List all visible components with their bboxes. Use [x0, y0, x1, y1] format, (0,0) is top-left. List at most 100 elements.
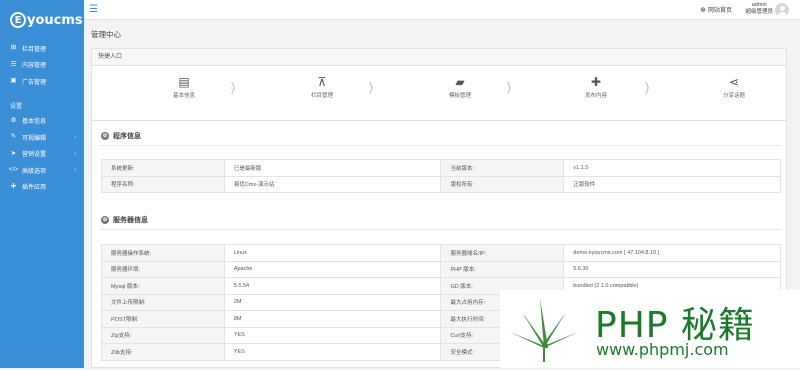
- sidebar-item-label: 可视编辑: [22, 135, 47, 142]
- table-value: YES: [223, 326, 442, 344]
- table-value: 2M: [223, 293, 442, 311]
- sidebar-item-advanced[interactable]: </> 高级选项 ›: [0, 162, 84, 179]
- table-value: 8M: [223, 310, 442, 328]
- table-value: 正版软件: [563, 175, 781, 193]
- globe-icon: ⊕: [700, 6, 706, 14]
- quick-entry-heading: 快捷入口: [92, 49, 786, 66]
- sidebar-item-label: 栏目管理: [22, 46, 47, 53]
- table-value: demo.eyoucms.com [ 47.104.8.10 ]: [563, 244, 781, 262]
- sidebar-item-label: 基本信息: [22, 119, 47, 126]
- chevron-right-icon: ›: [74, 134, 76, 141]
- program-info-title: ⚙ 程序信息: [101, 131, 141, 141]
- pencil-icon: ✎: [10, 133, 17, 140]
- quick-entry-panel: 快捷入口 ▤ 基本信息 ❯ ⊼ 栏目管理 ❯ ▰ 模板管理 ❯ ✚ 发布内容 ❯: [91, 48, 787, 126]
- divider: [100, 229, 782, 230]
- sidebar-item-label: 高级选项: [22, 168, 47, 175]
- table-value: 易优Cms-演示站: [223, 175, 442, 193]
- username: admin: [751, 2, 767, 8]
- leaf-logo-icon: [510, 298, 578, 362]
- sidebar-item-basic-info[interactable]: ⚙ 基本信息: [0, 113, 84, 130]
- table-key: Zlib支持:: [101, 343, 225, 361]
- table-value: Linux: [223, 244, 442, 262]
- gear-icon: ⚙: [101, 132, 109, 140]
- gear-icon: ⚙: [10, 116, 17, 124]
- quick-entry-list: ▤ 基本信息 ❯ ⊼ 栏目管理 ❯ ▰ 模板管理 ❯ ✚ 发布内容 ❯ ⋖ 分享…: [92, 75, 788, 115]
- quick-item-label: 模板管理: [448, 93, 471, 99]
- plus-icon: ✚: [590, 75, 602, 89]
- sitemap-icon: ⊼: [317, 75, 327, 89]
- sidebar-item-ads[interactable]: ▣ 广告管理: [0, 73, 84, 90]
- table-value: 5.6.30: [563, 260, 781, 278]
- table-key: 系统更新:: [101, 159, 225, 177]
- table-key: 程序名称:: [101, 175, 225, 193]
- logo[interactable]: Eyoucms: [0, 0, 84, 40]
- sidebar-section-label: 设置: [10, 103, 23, 110]
- quick-item-label: 基本信息: [172, 93, 195, 99]
- watermark-overlay: PHP 秘籍 www.phpmj.com: [500, 290, 800, 368]
- table-row: 程序名称: 易优Cms-演示站 版权所有: 正版软件: [101, 175, 781, 193]
- image-icon: ▣: [10, 77, 17, 84]
- table-value: YES: [223, 343, 442, 361]
- table-key: 服务器域名/IP:: [440, 244, 565, 262]
- sidebar-item-content[interactable]: ☰ 内容管理: [0, 57, 84, 74]
- quick-item-publish[interactable]: ✚ 发布内容: [556, 75, 636, 99]
- chevron-right-icon: ❯: [644, 80, 651, 94]
- quick-item-templates[interactable]: ▰ 模板管理: [420, 75, 500, 99]
- sidebar-item-label: 内容管理: [22, 63, 47, 70]
- table-key: 版权所有:: [440, 175, 565, 193]
- quick-item-basic-info[interactable]: ▤ 基本信息: [144, 75, 224, 99]
- section-title-label: 服务器信息: [113, 217, 148, 224]
- table-row: 服务器环境: Apache PHP 版本: 5.6.30: [101, 260, 781, 278]
- table-row: 系统更新: 已是最新版 当前版本: v1.1.5: [101, 159, 781, 177]
- quick-item-label: 分享话题: [722, 93, 745, 99]
- sidebar-item-visual-edit[interactable]: ✎ 可视编辑 ›: [0, 129, 84, 146]
- section-title-label: 程序信息: [113, 133, 141, 140]
- sidebar-item-columns[interactable]: ⊞ 栏目管理: [0, 40, 84, 57]
- chevron-right-icon: ❯: [506, 80, 513, 94]
- list-icon: ☰: [10, 60, 17, 68]
- top-bar: ☰ ⊕ 网站首页 admin 超级管理员: [84, 0, 800, 20]
- avatar[interactable]: [775, 3, 789, 17]
- sidebar-item-plugins[interactable]: ✚ 插件应用: [0, 179, 84, 196]
- table-value: 已是最新版: [223, 159, 442, 177]
- quick-item-share[interactable]: ⋖ 分享话题: [694, 75, 774, 99]
- quick-item-label: 发布内容: [584, 93, 607, 99]
- table-key: 服务器操作系统:: [101, 244, 225, 262]
- sidebar-item-marketing[interactable]: ➤ 营销设置 ›: [0, 146, 84, 163]
- site-home-link[interactable]: ⊕ 网站首页: [700, 5, 732, 15]
- site-home-label: 网站首页: [707, 8, 732, 14]
- table-key: Mysql 版本:: [101, 277, 225, 295]
- sitemap-icon: ⊞: [10, 44, 17, 51]
- logo-mark: E: [10, 12, 26, 28]
- table-key: 服务器环境:: [101, 260, 225, 278]
- divider: [100, 145, 782, 146]
- quick-item-label: 栏目管理: [310, 93, 333, 99]
- send-icon: ➤: [10, 149, 17, 157]
- table-value: v1.1.5: [563, 159, 781, 177]
- user-role: 超级管理员: [745, 9, 773, 15]
- user-info[interactable]: admin 超级管理员: [745, 2, 773, 16]
- table-key: Zip支持:: [101, 326, 225, 344]
- table-key: 当前版本:: [440, 159, 565, 177]
- chevron-right-icon: ❯: [230, 80, 237, 94]
- server-info-title: ⚙ 服务器信息: [101, 215, 148, 225]
- program-info-table: 系统更新: 已是最新版 当前版本: v1.1.5 程序名称: 易优Cms-演示站…: [101, 159, 781, 193]
- table-row: 服务器操作系统: Linux 服务器域名/IP: demo.eyoucms.co…: [101, 244, 781, 262]
- sidebar: Eyoucms ⊞ 栏目管理 ☰ 内容管理 ▣ 广告管理 设置 ⚙ 基本信息 ✎…: [0, 0, 84, 368]
- table-key: POST限制:: [101, 310, 225, 328]
- sidebar-item-label: 营销设置: [22, 152, 47, 159]
- page-title: 管理中心: [91, 30, 121, 39]
- sidebar-item-label: 插件应用: [22, 185, 47, 192]
- code-icon: </>: [8, 166, 19, 173]
- logo-text: youcms: [27, 12, 83, 28]
- table-value: Apache: [223, 260, 442, 278]
- hamburger-menu-icon[interactable]: ☰: [89, 4, 100, 15]
- share-icon: ⋖: [728, 75, 740, 89]
- table-value: 5.5.54: [223, 277, 442, 295]
- sidebar-item-label: 广告管理: [22, 79, 47, 86]
- table-key: PHP 版本:: [440, 260, 565, 278]
- chevron-right-icon: ›: [74, 167, 76, 174]
- puzzle-icon: ✚: [10, 182, 17, 190]
- chevron-right-icon: ❯: [368, 80, 375, 94]
- quick-item-columns[interactable]: ⊼ 栏目管理: [282, 75, 362, 99]
